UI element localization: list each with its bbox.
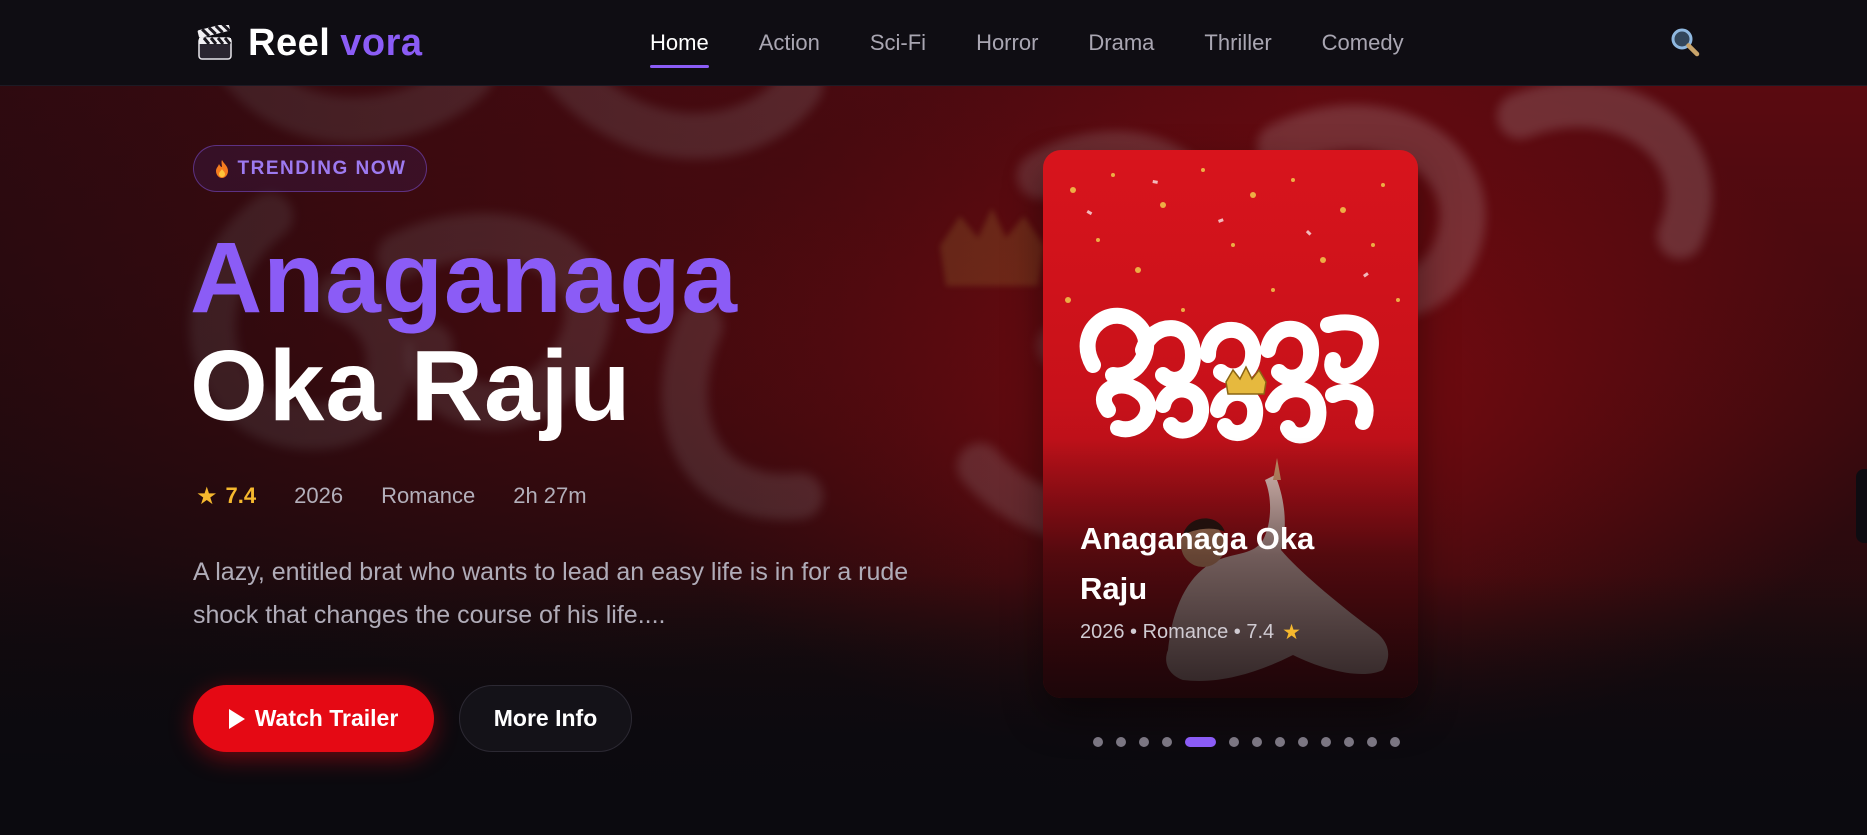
nav-item-action[interactable]: Action xyxy=(759,30,820,56)
nav-item-home[interactable]: Home xyxy=(650,30,709,68)
nav-item-thriller[interactable]: Thriller xyxy=(1204,30,1271,56)
featured-poster-card[interactable]: Anaganaga Oka Raju 2026 • Romance • 7.4 … xyxy=(1043,150,1418,698)
more-info-label: More Info xyxy=(493,705,598,731)
poster-meta: 2026 • Romance • 7.4 ★ xyxy=(1080,620,1301,645)
watch-trailer-label: Watch Trailer xyxy=(254,705,399,731)
nav-item-drama[interactable]: Drama xyxy=(1088,30,1154,56)
star-icon: ★ xyxy=(1282,621,1301,644)
carousel-dot[interactable] xyxy=(1298,737,1308,747)
brand-name-part1: Reel xyxy=(248,21,331,64)
flame-icon xyxy=(215,159,228,178)
genre: Romance xyxy=(381,483,476,508)
carousel-dot[interactable] xyxy=(1229,737,1239,747)
nav-item-sci-fi[interactable]: Sci-Fi xyxy=(870,30,926,56)
carousel-dot[interactable] xyxy=(1162,737,1172,747)
carousel-dot[interactable] xyxy=(1367,737,1377,747)
carousel-dot-active[interactable] xyxy=(1185,737,1216,747)
play-icon xyxy=(228,708,245,729)
watch-trailer-button[interactable]: Watch Trailer xyxy=(193,685,434,752)
side-edge-tab[interactable] xyxy=(1856,469,1867,543)
carousel-dot[interactable] xyxy=(1252,737,1262,747)
hero-description: A lazy, entitled brat who wants to lead … xyxy=(193,558,909,629)
search-button[interactable] xyxy=(1668,26,1702,60)
carousel-pagination xyxy=(1093,736,1400,748)
trending-label: TRENDING NOW xyxy=(237,157,407,179)
rating: ★ 7.4 xyxy=(196,482,256,511)
carousel-dot[interactable] xyxy=(1275,737,1285,747)
genre-nav: Home Action Sci-Fi Horror Drama Thriller… xyxy=(650,0,1404,86)
carousel-dot[interactable] xyxy=(1116,737,1126,747)
poster-meta-text: 2026 • Romance • 7.4 xyxy=(1080,621,1275,643)
star-icon: ★ xyxy=(196,482,218,510)
carousel-dot[interactable] xyxy=(1093,737,1103,747)
carousel-dot[interactable] xyxy=(1344,737,1354,747)
more-info-button[interactable]: More Info xyxy=(459,685,632,752)
brand-name: Reel vora xyxy=(248,22,423,65)
hero-meta: ★ 7.4 2026 Romance 2h 27m xyxy=(196,482,587,510)
brand-name-part2: vora xyxy=(340,21,423,64)
clapperboard-icon xyxy=(196,23,234,61)
hero-title-line2: Oka Raju xyxy=(190,330,632,442)
hero-title-line1: Anaganaga xyxy=(190,222,739,334)
nav-item-horror[interactable]: Horror xyxy=(976,30,1038,56)
search-icon xyxy=(1671,28,1700,57)
release-year: 2026 xyxy=(294,483,344,508)
brand-logo[interactable]: Reel vora xyxy=(196,20,423,66)
trending-badge: TRENDING NOW xyxy=(193,145,427,192)
carousel-dot[interactable] xyxy=(1321,737,1331,747)
top-navbar: Reel vora Home Action Sci-Fi Horror Drama… xyxy=(0,0,1867,86)
nav-item-comedy[interactable]: Comedy xyxy=(1322,30,1404,56)
poster-title: Anaganaga Oka Raju xyxy=(1080,521,1315,606)
carousel-dot[interactable] xyxy=(1139,737,1149,747)
carousel-dot[interactable] xyxy=(1390,737,1400,747)
rating-value: 7.4 xyxy=(225,483,257,508)
runtime: 2h 27m xyxy=(513,483,587,508)
